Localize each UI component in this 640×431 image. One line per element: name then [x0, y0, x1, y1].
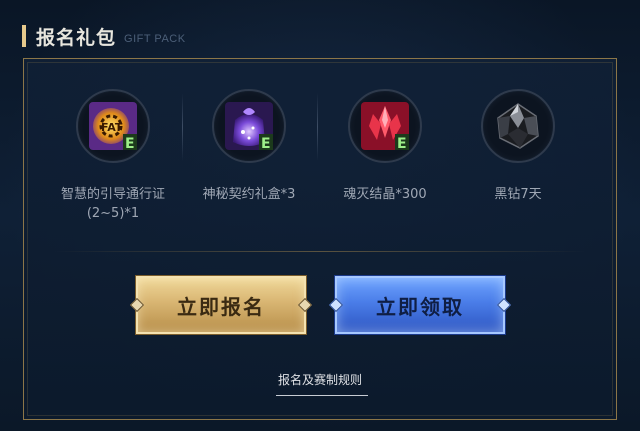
mystery-contract-giftbox-icon: E: [225, 102, 273, 152]
diamond-ornament-icon: [496, 297, 512, 313]
svg-text:FAT: FAT: [101, 121, 123, 134]
reward-list: FAT E 智慧的引导通行证(2~5)*1 E 神秘契约礼盒*3 E 魂灭结晶*…: [24, 59, 616, 249]
signup-button-label: 立即报名: [177, 294, 265, 319]
svg-text:E: E: [261, 136, 271, 152]
reward-icon-frame: FAT E: [76, 89, 150, 163]
section-divider: [54, 251, 586, 252]
page-subtitle: GIFT PACK: [124, 33, 186, 45]
reward-icon-frame: E: [348, 89, 422, 163]
diamond-ornament-icon: [297, 297, 313, 313]
rules-link-underline: [276, 395, 368, 396]
signup-button[interactable]: 立即报名: [129, 276, 313, 334]
reward-label: 黑钻7天: [494, 187, 542, 202]
diamond-ornament-icon: [129, 297, 145, 313]
rules-link[interactable]: 报名及赛制规则: [24, 371, 616, 388]
section-header: 报名礼包 GIFT PACK: [22, 24, 186, 49]
claim-button[interactable]: 立即领取: [328, 276, 512, 334]
reward-icon-frame: [481, 89, 555, 163]
claim-button-label: 立即领取: [376, 294, 464, 319]
page-title: 报名礼包: [36, 26, 117, 49]
svg-text:E: E: [397, 136, 407, 152]
reward-icon-frame: E: [212, 89, 286, 163]
title-accent-bar: [22, 25, 26, 47]
black-diamond-icon: [497, 103, 539, 149]
reward-item[interactable]: 黑钻7天: [438, 89, 598, 204]
soul-crystal-icon: E: [361, 102, 409, 152]
svg-text:E: E: [125, 136, 135, 152]
guidance-pass-icon: FAT E: [89, 102, 137, 152]
diamond-ornament-icon: [328, 297, 344, 313]
gift-pack-panel: FAT E 智慧的引导通行证(2~5)*1 E 神秘契约礼盒*3 E 魂灭结晶*…: [23, 58, 617, 420]
